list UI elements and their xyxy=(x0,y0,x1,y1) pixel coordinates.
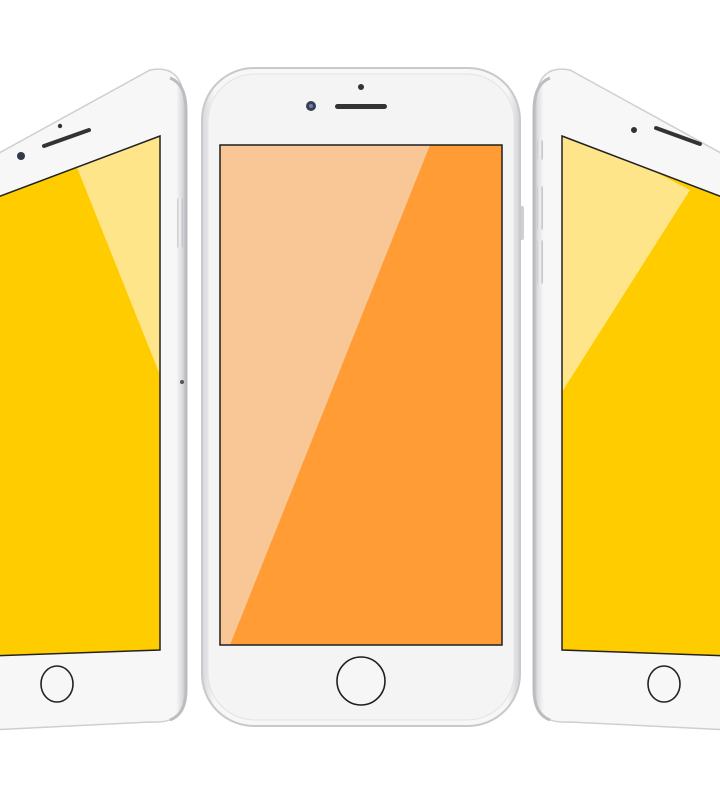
sensor-icon xyxy=(631,127,637,133)
right-volume-up-button xyxy=(537,186,543,230)
phone-mockup-scene xyxy=(0,0,720,795)
right-switch-button xyxy=(537,140,543,160)
left-phone xyxy=(0,68,188,731)
left-volume-button xyxy=(177,198,183,248)
mockup-canvas xyxy=(0,67,720,731)
sensor-icon xyxy=(57,123,63,129)
camera-icon xyxy=(17,152,25,160)
right-phone xyxy=(532,68,720,731)
right-volume-down-button xyxy=(537,240,543,284)
speaker-icon xyxy=(335,104,387,109)
sensor-icon xyxy=(358,84,364,90)
left-mic-dot xyxy=(180,380,184,384)
home-button-icon xyxy=(336,656,386,706)
center-phone xyxy=(201,67,524,727)
